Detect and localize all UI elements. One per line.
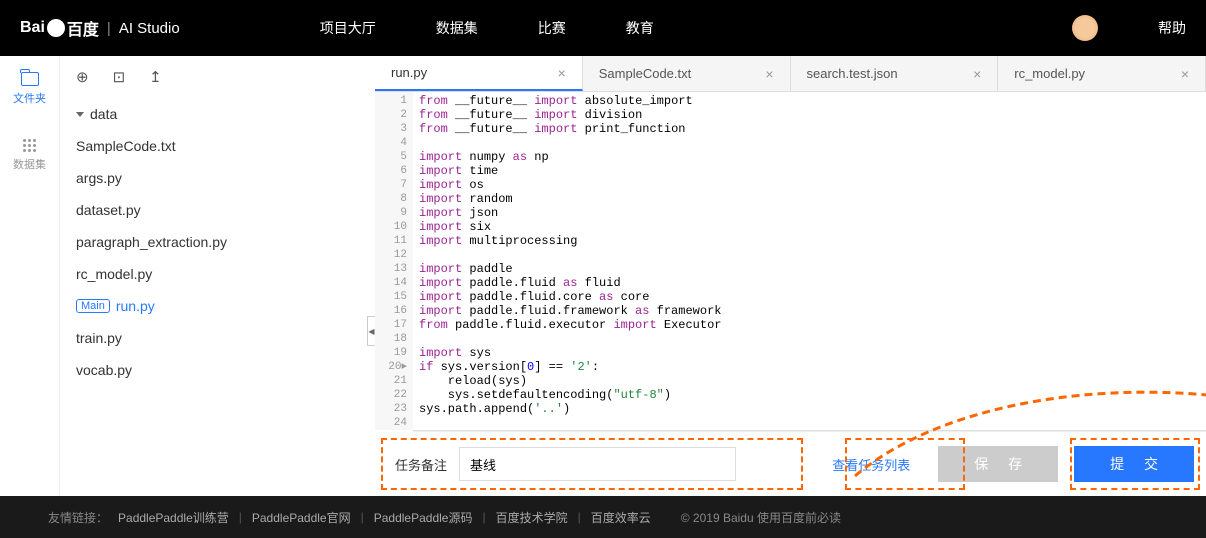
tab-run-py[interactable]: run.py×: [375, 56, 583, 91]
remark-label: 任务备注: [395, 455, 447, 474]
tree-file[interactable]: paragraph_extraction.py: [76, 226, 359, 258]
footer-link[interactable]: 百度效率云: [591, 509, 651, 526]
left-sidebar: 文件夹 数据集: [0, 56, 60, 496]
logo[interactable]: Bai百度 | AI Studio: [20, 16, 180, 40]
tree-file[interactable]: vocab.py: [76, 354, 359, 386]
top-header: Bai百度 | AI Studio 项目大厅 数据集 比赛 教育 帮助: [0, 0, 1206, 56]
file-toolbar: ⊕ ⊡ ↥: [60, 68, 375, 98]
action-bar: 任务备注 查看任务列表 保 存 提 交: [375, 432, 1206, 496]
submit-button[interactable]: 提 交: [1074, 446, 1194, 482]
save-button[interactable]: 保 存: [938, 446, 1058, 482]
footer-link[interactable]: PaddlePaddle训练营: [118, 509, 229, 526]
close-icon[interactable]: ×: [558, 65, 566, 81]
footer-link[interactable]: PaddlePaddle源码: [374, 509, 473, 526]
folder-icon: [21, 72, 39, 86]
tree-folder-data[interactable]: data: [76, 98, 359, 130]
avatar[interactable]: [1072, 15, 1098, 41]
tree-file-main[interactable]: Main run.py: [76, 290, 359, 322]
nav-education[interactable]: 教育: [626, 18, 654, 38]
file-panel: ⊕ ⊡ ↥ data SampleCode.txt args.py datase…: [60, 56, 375, 496]
nav-projects[interactable]: 项目大厅: [320, 18, 376, 38]
new-file-icon[interactable]: ⊕: [76, 68, 89, 86]
remark-input[interactable]: [459, 447, 736, 481]
footer: 友情链接： PaddlePaddle训练营| PaddlePaddle官网| P…: [0, 496, 1206, 538]
sidebar-dataset[interactable]: 数据集: [0, 122, 59, 188]
tree-file[interactable]: dataset.py: [76, 194, 359, 226]
tree-file[interactable]: rc_model.py: [76, 258, 359, 290]
upload-icon[interactable]: ↥: [149, 68, 162, 86]
code-editor[interactable]: 1 2 3 4 5 6 7 8 9 10 11 12 13 14 15 16 1…: [375, 92, 1206, 432]
grid-icon: [23, 139, 36, 152]
main-nav: 项目大厅 数据集 比赛 教育: [320, 18, 654, 38]
file-tree: data SampleCode.txt args.py dataset.py p…: [60, 98, 375, 386]
product-name: AI Studio: [119, 20, 180, 37]
footer-link[interactable]: 百度技术学院: [496, 509, 568, 526]
new-folder-icon[interactable]: ⊡: [113, 68, 126, 86]
line-gutter: 1 2 3 4 5 6 7 8 9 10 11 12 13 14 15 16 1…: [375, 92, 413, 430]
sidebar-files[interactable]: 文件夹: [0, 56, 59, 122]
nav-datasets[interactable]: 数据集: [436, 18, 478, 38]
view-tasks-link[interactable]: 查看任务列表: [820, 447, 922, 482]
help-link[interactable]: 帮助: [1158, 18, 1186, 38]
tree-file[interactable]: SampleCode.txt: [76, 130, 359, 162]
nav-competitions[interactable]: 比赛: [538, 18, 566, 38]
editor: ◀ run.py× SampleCode.txt× search.test.js…: [375, 56, 1206, 496]
collapse-handle[interactable]: ◀: [367, 316, 375, 346]
baidu-logo: Bai百度: [20, 16, 99, 40]
tab-rcmodel[interactable]: rc_model.py×: [998, 56, 1206, 91]
main-badge: Main: [76, 299, 110, 313]
code-content[interactable]: from __future__ import absolute_import f…: [413, 92, 1206, 430]
footer-label: 友情链接：: [48, 509, 108, 526]
footer-copyright: © 2019 Baidu 使用百度前必读: [681, 509, 841, 526]
footer-link[interactable]: PaddlePaddle官网: [252, 509, 351, 526]
main-area: 文件夹 数据集 ⊕ ⊡ ↥ data SampleCode.txt args.p…: [0, 56, 1206, 496]
close-icon[interactable]: ×: [765, 66, 773, 82]
tab-samplecode[interactable]: SampleCode.txt×: [583, 56, 791, 91]
tree-file[interactable]: train.py: [76, 322, 359, 354]
tree-file[interactable]: args.py: [76, 162, 359, 194]
close-icon[interactable]: ×: [1181, 66, 1189, 82]
tab-search-json[interactable]: search.test.json×: [791, 56, 999, 91]
remark-group: 任务备注: [387, 439, 744, 489]
close-icon[interactable]: ×: [973, 66, 981, 82]
editor-tabs: run.py× SampleCode.txt× search.test.json…: [375, 56, 1206, 92]
paw-icon: [47, 19, 65, 37]
